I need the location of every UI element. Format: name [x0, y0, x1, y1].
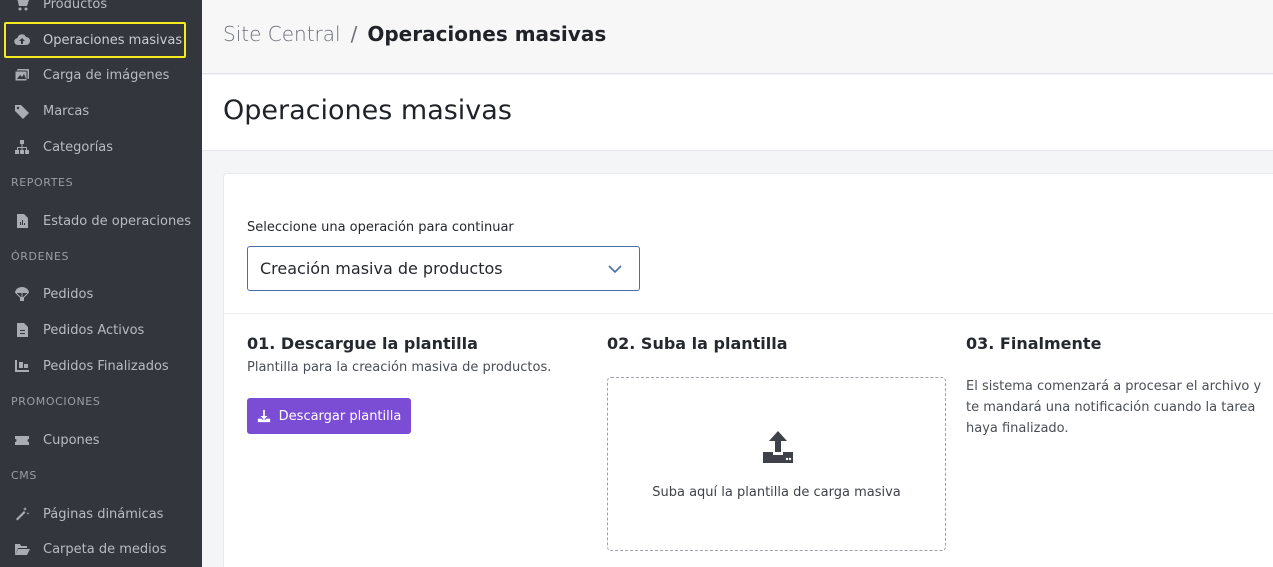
operation-select-label: Seleccione una operación para continuar: [247, 220, 514, 235]
tags-icon: [11, 103, 33, 119]
chevron-down-icon: [608, 265, 622, 274]
sidebar-item-marcas[interactable]: Marcas: [0, 94, 202, 128]
cloud-upload-icon: [11, 32, 33, 48]
sidebar-item-label: Pedidos Finalizados: [43, 358, 169, 374]
sidebar-item-pedidos-activos[interactable]: Pedidos Activos: [0, 313, 202, 347]
sidebar-item-label: Carpeta de medios: [43, 541, 167, 557]
file-report-icon: [11, 213, 33, 229]
sidebar-item-estado-operaciones[interactable]: Estado de operaciones: [0, 204, 202, 238]
sidebar-item-pedidos[interactable]: Pedidos: [0, 277, 202, 311]
page-header: Operaciones masivas: [202, 75, 1273, 151]
download-template-button[interactable]: Descargar plantilla: [247, 398, 411, 434]
step3-title: 03. Finalmente: [966, 334, 1102, 353]
cart-icon: [11, 0, 33, 12]
section-reportes: REPORTES: [11, 176, 74, 189]
step1-description: Plantilla para la creación masiva de pro…: [247, 360, 552, 375]
images-icon: [11, 67, 33, 83]
step1-title: 01. Descargue la plantilla: [247, 334, 478, 353]
page-title: Operaciones masivas: [223, 95, 512, 126]
dolly-icon: [11, 358, 33, 374]
sidebar-item-operaciones-masivas[interactable]: Operaciones masivas: [0, 23, 202, 57]
sidebar-item-label: Operaciones masivas: [43, 32, 183, 48]
operations-card: Seleccione una operación para continuar …: [223, 173, 1273, 567]
sidebar-item-label: Cupones: [43, 432, 100, 448]
operation-select[interactable]: Creación masiva de productos: [247, 246, 640, 291]
download-template-label: Descargar plantilla: [278, 408, 402, 424]
step2-title: 02. Suba la plantilla: [607, 334, 788, 353]
parachute-icon: [11, 286, 33, 302]
sidebar-item-carga-imagenes[interactable]: Carga de imágenes: [0, 58, 202, 92]
breadcrumb-separator: /: [350, 22, 358, 46]
ticket-icon: [11, 432, 33, 448]
folder-open-icon: [11, 541, 33, 557]
download-icon: [257, 409, 270, 423]
dropzone-text: Suba aquí la plantilla de carga masiva: [652, 485, 901, 500]
breadcrumb-current: Operaciones masivas: [367, 22, 607, 46]
section-ordenes: ÓRDENES: [11, 250, 70, 263]
sidebar-item-label: Categorías: [43, 139, 114, 155]
sidebar-item-label: Productos: [43, 0, 108, 12]
sidebar-item-pedidos-finalizados[interactable]: Pedidos Finalizados: [0, 349, 202, 383]
sidebar-item-paginas-dinamicas[interactable]: Páginas dinámicas: [0, 497, 202, 531]
sidebar-item-label: Pedidos: [43, 286, 94, 302]
sidebar-item-label: Marcas: [43, 103, 90, 119]
sidebar-item-label: Estado de operaciones: [43, 213, 192, 229]
divider: [224, 313, 1273, 314]
section-promociones: PROMOCIONES: [11, 395, 101, 408]
topbar: Site Central / Operaciones masivas: [202, 0, 1273, 74]
breadcrumb-root[interactable]: Site Central: [223, 22, 341, 46]
section-cms: CMS: [11, 469, 37, 482]
sidebar-item-categorias[interactable]: Categorías: [0, 130, 202, 164]
magic-wand-icon: [11, 506, 33, 522]
sidebar-item-label: Carga de imágenes: [43, 67, 170, 83]
upload-dropzone[interactable]: Suba aquí la plantilla de carga masiva: [607, 377, 946, 551]
operation-select-value: Creación masiva de productos: [260, 259, 503, 278]
sidebar-item-label: Pedidos Activos: [43, 322, 145, 338]
sidebar-item-carpeta-medios[interactable]: Carpeta de medios: [0, 532, 202, 566]
sidebar-item-cupones[interactable]: Cupones: [0, 423, 202, 457]
sidebar: Productos Operaciones masivas Carga de i…: [0, 0, 202, 567]
breadcrumb: Site Central / Operaciones masivas: [223, 22, 606, 46]
sitemap-icon: [11, 139, 33, 155]
upload-icon: [763, 431, 793, 463]
file-icon: [11, 322, 33, 338]
sidebar-item-label: Páginas dinámicas: [43, 506, 164, 522]
step3-description: El sistema comenzará a procesar el archi…: [966, 379, 1262, 436]
sidebar-item-productos[interactable]: Productos: [0, 0, 202, 21]
